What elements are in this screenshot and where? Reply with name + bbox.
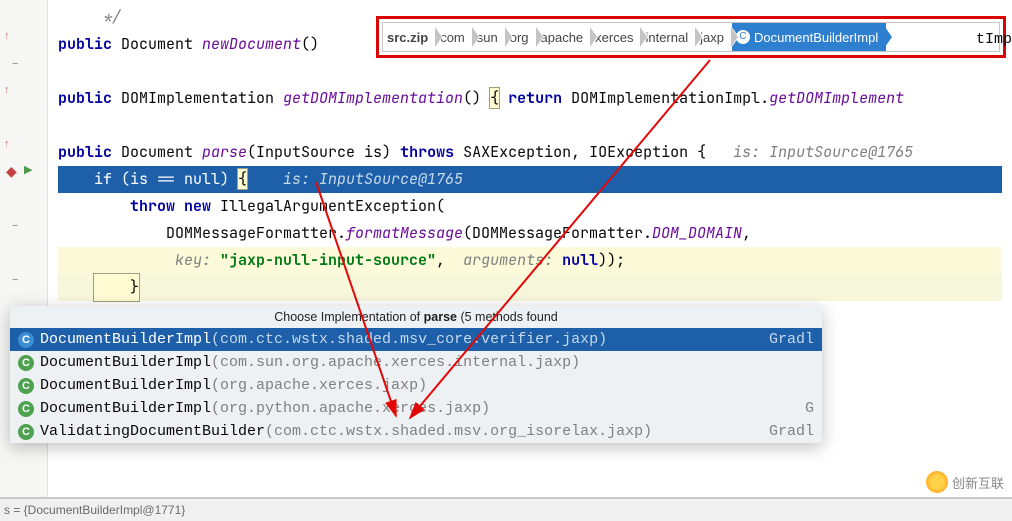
popup-class: DocumentBuilderImpl xyxy=(40,354,211,371)
breadcrumb-label: sun xyxy=(477,30,498,45)
popup-item[interactable]: C DocumentBuilderImpl (com.sun.org.apache… xyxy=(10,351,822,374)
code-text: () xyxy=(463,88,490,108)
class-icon: C xyxy=(18,401,34,417)
collapse-icon[interactable]: − xyxy=(12,58,18,70)
popup-title: Choose Implementation of parse (5 method… xyxy=(10,306,822,328)
breadcrumb-item[interactable]: src.zip xyxy=(383,23,436,51)
code-text: IllegalArgumentException( xyxy=(220,196,445,216)
method-name: newDocument xyxy=(202,34,301,54)
code-text: (DOMMessageFormatter. xyxy=(463,223,652,243)
code-text: DOMImplementationImpl. xyxy=(571,88,769,108)
class-icon: C xyxy=(18,355,34,371)
blank-line xyxy=(48,112,1012,139)
watermark-logo-icon xyxy=(926,471,948,493)
watermark: 创新互联 xyxy=(926,471,1004,493)
breadcrumb[interactable]: src.zipcomsunorgapachexercesinternaljaxp… xyxy=(382,22,1000,52)
status-bar: s = {DocumentBuilderImpl@1771} xyxy=(0,497,1012,521)
code-text: Document xyxy=(121,142,202,162)
watermark-text: 创新互联 xyxy=(952,473,1004,492)
notch-icon: ↑ xyxy=(4,138,10,150)
code-text: formatMessage xyxy=(346,223,463,243)
kw-public: public xyxy=(58,88,121,108)
notch-icon: ↑ xyxy=(4,30,10,42)
breadcrumb-item[interactable]: apache xyxy=(537,23,592,51)
class-icon: C xyxy=(18,424,34,440)
popup-item[interactable]: C DocumentBuilderImpl (org.apache.xerces.… xyxy=(10,374,822,397)
breakpoint-icon[interactable]: ◆ xyxy=(6,163,17,180)
kw-throw: throw new xyxy=(58,196,220,216)
popup-right: Gradl xyxy=(769,331,814,348)
notch-icon: ↑ xyxy=(4,84,10,96)
kw-public: public xyxy=(58,34,121,54)
inline-hint: is: InputSource@1765 xyxy=(733,142,913,162)
code-text: tImpl xyxy=(976,31,1012,48)
run-icon[interactable]: ▶ xyxy=(24,163,32,176)
breadcrumb-label: apache xyxy=(541,30,584,45)
popup-class: ValidatingDocumentBuilder xyxy=(40,423,265,440)
code-text: DOMMessageFormatter. xyxy=(58,223,346,243)
popup-class: DocumentBuilderImpl xyxy=(40,400,211,417)
breadcrumb-highlight-box: src.zipcomsunorgapachexercesinternaljaxp… xyxy=(376,16,1006,58)
blank-line xyxy=(48,58,1012,85)
param-hint: key: xyxy=(175,250,220,270)
popup-title-bold: parse xyxy=(424,310,457,324)
code-text: SAXException, IOException { xyxy=(463,142,733,162)
popup-item[interactable]: C DocumentBuilderImpl (com.ctc.wstx.shade… xyxy=(10,328,822,351)
brace: } xyxy=(94,274,139,301)
popup-right: G xyxy=(805,400,814,417)
inline-hint: is: InputSource@1765 xyxy=(247,169,463,189)
class-icon: C xyxy=(18,378,34,394)
code-text: */ xyxy=(58,7,121,27)
popup-package: (org.python.apache.xerces.jaxp) xyxy=(211,400,490,417)
code-text: () xyxy=(301,34,319,54)
breadcrumb-label: src.zip xyxy=(387,30,428,45)
kw-throws: throws xyxy=(400,142,463,162)
kw-return: return xyxy=(499,88,571,108)
kw-public: public xyxy=(58,142,121,162)
breadcrumb-label: internal xyxy=(645,30,688,45)
string-literal: "jaxp-null-input-source" xyxy=(220,250,436,270)
class-icon: C xyxy=(18,332,34,348)
popup-package: (com.ctc.wstx.shaded.msv.org_isorelax.ja… xyxy=(265,423,652,440)
highlight-line: } xyxy=(58,274,1002,301)
breadcrumb-item[interactable]: internal xyxy=(641,23,696,51)
popup-right: Gradl xyxy=(769,423,814,440)
popup-title-text: Choose Implementation of xyxy=(274,310,423,324)
code-text: )); xyxy=(598,250,625,270)
kw-null: null xyxy=(562,250,598,270)
popup-package: (com.sun.org.apache.xerces.internal.jaxp… xyxy=(211,354,580,371)
method-name: parse xyxy=(202,142,247,162)
execution-line: if (is == null) { is: InputSource@1765 xyxy=(58,166,1002,193)
popup-class: DocumentBuilderImpl xyxy=(40,377,211,394)
param-hint: arguments: xyxy=(463,250,562,270)
breadcrumb-item[interactable]: CDocumentBuilderImpl xyxy=(732,23,886,51)
method-name: getDOMImplementation xyxy=(283,88,463,108)
popup-package: (org.apache.xerces.jaxp) xyxy=(211,377,427,394)
code-text: (InputSource is) xyxy=(247,142,400,162)
code-text: DOMImplementation xyxy=(121,88,283,108)
collapse-icon[interactable]: − xyxy=(12,220,18,232)
popup-item[interactable]: C ValidatingDocumentBuilder (com.ctc.wstx… xyxy=(10,420,822,443)
breadcrumb-label: xerces xyxy=(595,30,633,45)
code-text: DOM_DOMAIN xyxy=(652,223,742,243)
breadcrumb-label: com xyxy=(440,30,465,45)
code-text xyxy=(58,250,175,270)
popup-class: DocumentBuilderImpl xyxy=(40,331,211,348)
code-text: , xyxy=(436,250,463,270)
code-text: getDOMImplement xyxy=(769,88,904,108)
breadcrumb-item[interactable]: xerces xyxy=(591,23,641,51)
code-text: if (is == null) xyxy=(58,169,238,189)
breadcrumb-label: jaxp xyxy=(700,30,724,45)
popup-package: (com.ctc.wstx.shaded.msv_core.verifier.j… xyxy=(211,331,607,348)
popup-title-text: (5 methods found xyxy=(457,310,558,324)
brace: { xyxy=(490,88,499,108)
brace: { xyxy=(238,169,247,189)
implementation-popup[interactable]: Choose Implementation of parse (5 method… xyxy=(10,306,822,443)
code-text: , xyxy=(742,223,751,243)
popup-item[interactable]: C DocumentBuilderImpl (org.python.apache.… xyxy=(10,397,822,420)
collapse-icon[interactable]: − xyxy=(12,274,18,286)
code-text: Document xyxy=(121,34,202,54)
highlight-line: key: "jaxp-null-input-source", arguments… xyxy=(58,247,1002,274)
breadcrumb-label: DocumentBuilderImpl xyxy=(754,30,878,45)
